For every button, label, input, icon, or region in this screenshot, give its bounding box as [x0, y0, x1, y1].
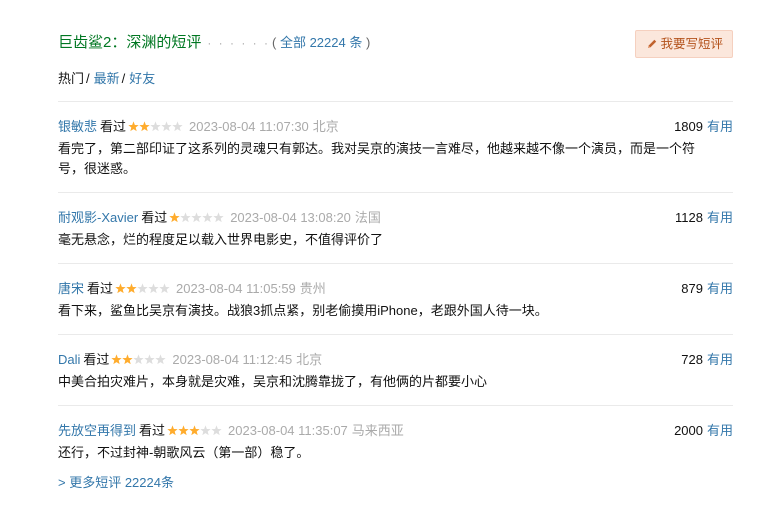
comment-text: 看下来，鲨鱼比吴京有演技。战狼3抓点紧，别老偷摸用iPhone，老跟外国人待一块… — [58, 303, 548, 318]
comment-time: 2023-08-04 11:35:07 — [228, 423, 348, 438]
star-empty-icon — [144, 354, 156, 365]
star-filled-icon — [189, 425, 200, 436]
star-filled-icon — [126, 283, 137, 294]
star-empty-icon — [191, 212, 202, 223]
section-title: 巨齿鲨2：深渊的短评 — [58, 34, 202, 51]
comment-item: 唐宋 看过 2023-08-04 11:05:59 贵州 879 有用看下来，鲨鱼比吴京有… — [58, 263, 733, 334]
watch-status: 看过 — [141, 210, 168, 225]
star-filled-icon — [122, 354, 134, 365]
pencil-icon — [648, 39, 657, 48]
comment-location: 马来西亚 — [351, 423, 404, 438]
comment-item: 先放空再得到 看过 2023-08-04 11:35:07 马来西亚 2000 有用还行，… — [58, 405, 733, 476]
useful-button[interactable]: 有用 — [707, 210, 733, 225]
watch-status: 看过 — [100, 119, 127, 134]
comment-meta: 先放空再得到 看过 2023-08-04 11:35:07 马来西亚 — [58, 406, 733, 440]
all-comments-link[interactable]: 全部 22224 条 — [280, 35, 362, 50]
comment-meta: 耐观影-Xavier 看过 2023-08-04 13:08:20 法国 — [58, 193, 733, 227]
rating-stars — [128, 121, 183, 132]
star-filled-icon — [167, 425, 178, 436]
vote-area: 728 有用 — [681, 351, 733, 369]
tab-friends[interactable]: 好友 — [129, 71, 155, 86]
comment-user-link[interactable]: 银敏悲 — [58, 119, 97, 134]
vote-area: 2000 有用 — [674, 422, 733, 440]
write-comment-label: 我要写短评 — [660, 37, 723, 51]
comment-location: 北京 — [312, 119, 339, 134]
watch-status: 看过 — [83, 352, 110, 367]
comment-user-link[interactable]: Dali — [58, 352, 80, 367]
section-title-row: 巨齿鲨2：深渊的短评 · · · · · ·( 全部 22224 条 ) — [58, 31, 370, 52]
star-filled-icon — [178, 425, 189, 436]
comment-meta: Dali 看过 2023-08-04 11:12:45 北京 — [58, 335, 733, 369]
tab-separator: / — [86, 71, 90, 86]
comment-time: 2023-08-04 11:05:59 — [176, 281, 296, 296]
vote-count: 879 — [681, 281, 703, 296]
tab-latest[interactable]: 最新 — [94, 71, 120, 86]
star-empty-icon — [213, 212, 224, 223]
watch-status: 看过 — [87, 281, 114, 296]
vote-count: 1809 — [674, 119, 703, 134]
useful-button[interactable]: 有用 — [707, 352, 733, 367]
all-count: ( 全部 22224 条 ) — [272, 35, 371, 50]
comment-text: 还行，不过封神-朝歌风云（第一部）稳了。 — [58, 445, 310, 460]
useful-button[interactable]: 有用 — [707, 423, 733, 438]
star-empty-icon — [161, 121, 172, 132]
rating-stars — [169, 212, 224, 223]
vote-area: 1128 有用 — [675, 209, 733, 227]
comment-user-link[interactable]: 耐观影-Xavier — [58, 210, 138, 225]
comment-user-link[interactable]: 唐宋 — [58, 281, 84, 296]
vote-count: 1128 — [675, 210, 703, 225]
comment-user-link[interactable]: 先放空再得到 — [58, 423, 136, 438]
more-comments-link[interactable]: > 更多短评 22224条 — [58, 472, 174, 491]
star-filled-icon — [111, 354, 123, 365]
rating-stars — [167, 425, 222, 436]
comment-item: Dali 看过 2023-08-04 11:12:45 北京 728 有用中美合拍灾难片，… — [58, 334, 733, 405]
comment-time: 2023-08-04 11:12:45 — [172, 352, 293, 367]
comment-text: 看完了，第二部印证了这系列的灵魂只有郭达。我对吴京的演技一言难尽，他越来越不像一… — [58, 141, 696, 176]
sort-tabs: 热门 / 最新 / 好友 — [58, 68, 155, 87]
star-empty-icon — [180, 212, 191, 223]
star-filled-icon — [115, 283, 126, 294]
comment-time: 2023-08-04 13:08:20 — [230, 210, 351, 225]
star-filled-icon — [139, 121, 150, 132]
useful-button[interactable]: 有用 — [707, 281, 733, 296]
comment-item: 银敏悲 看过 2023-08-04 11:07:30 北京 1809 有用 看完了，第二部印… — [58, 101, 733, 192]
comment-item: 耐观影-Xavier 看过 2023-08-04 13:08:20 法国 1128 有用毫… — [58, 192, 733, 263]
star-empty-icon — [155, 354, 167, 365]
comment-location: 法国 — [354, 210, 381, 225]
star-empty-icon — [133, 354, 145, 365]
star-filled-icon — [128, 121, 139, 132]
title-dots: · · · · · · — [207, 36, 270, 50]
write-comment-button[interactable]: 我要写短评 — [635, 30, 733, 58]
vote-area: 879 有用 — [681, 280, 733, 298]
useful-button[interactable]: 有用 — [707, 119, 733, 134]
comment-list: 银敏悲 看过 2023-08-04 11:07:30 北京 1809 有用 看完了，第二部印… — [58, 101, 733, 476]
comments-section: 巨齿鲨2：深渊的短评 · · · · · ·( 全部 22224 条 ) 我要写短… — [58, 0, 733, 460]
rating-stars — [111, 354, 167, 365]
comment-text: 毫无悬念，烂的程度足以载入世界电影史，不值得评价了 — [58, 232, 384, 247]
section-header: 巨齿鲨2：深渊的短评 · · · · · ·( 全部 22224 条 ) 我要写短… — [58, 0, 733, 60]
comment-text: 中美合拍灾难片，本身就是灾难，吴京和沈腾靠拢了，有他俩的片都要小心 — [58, 374, 488, 389]
star-empty-icon — [159, 283, 170, 294]
star-filled-icon — [169, 212, 180, 223]
vote-area: 1809 有用 — [674, 118, 733, 136]
comment-meta: 银敏悲 看过 2023-08-04 11:07:30 北京 — [58, 102, 733, 136]
tab-separator: / — [121, 71, 126, 86]
star-empty-icon — [148, 283, 159, 294]
star-empty-icon — [150, 121, 161, 132]
tab-hot[interactable]: 热门 — [58, 71, 84, 86]
vote-count: 2000 — [674, 423, 703, 438]
comment-location: 贵州 — [299, 281, 326, 296]
comment-time: 2023-08-04 11:07:30 — [189, 119, 309, 134]
star-empty-icon — [200, 425, 211, 436]
star-empty-icon — [211, 425, 222, 436]
star-empty-icon — [202, 212, 213, 223]
vote-count: 728 — [681, 352, 703, 367]
comment-meta: 唐宋 看过 2023-08-04 11:05:59 贵州 — [58, 264, 733, 298]
star-empty-icon — [172, 121, 183, 132]
star-empty-icon — [137, 283, 148, 294]
comment-location: 北京 — [296, 352, 323, 367]
watch-status: 看过 — [139, 423, 166, 438]
rating-stars — [115, 283, 170, 294]
